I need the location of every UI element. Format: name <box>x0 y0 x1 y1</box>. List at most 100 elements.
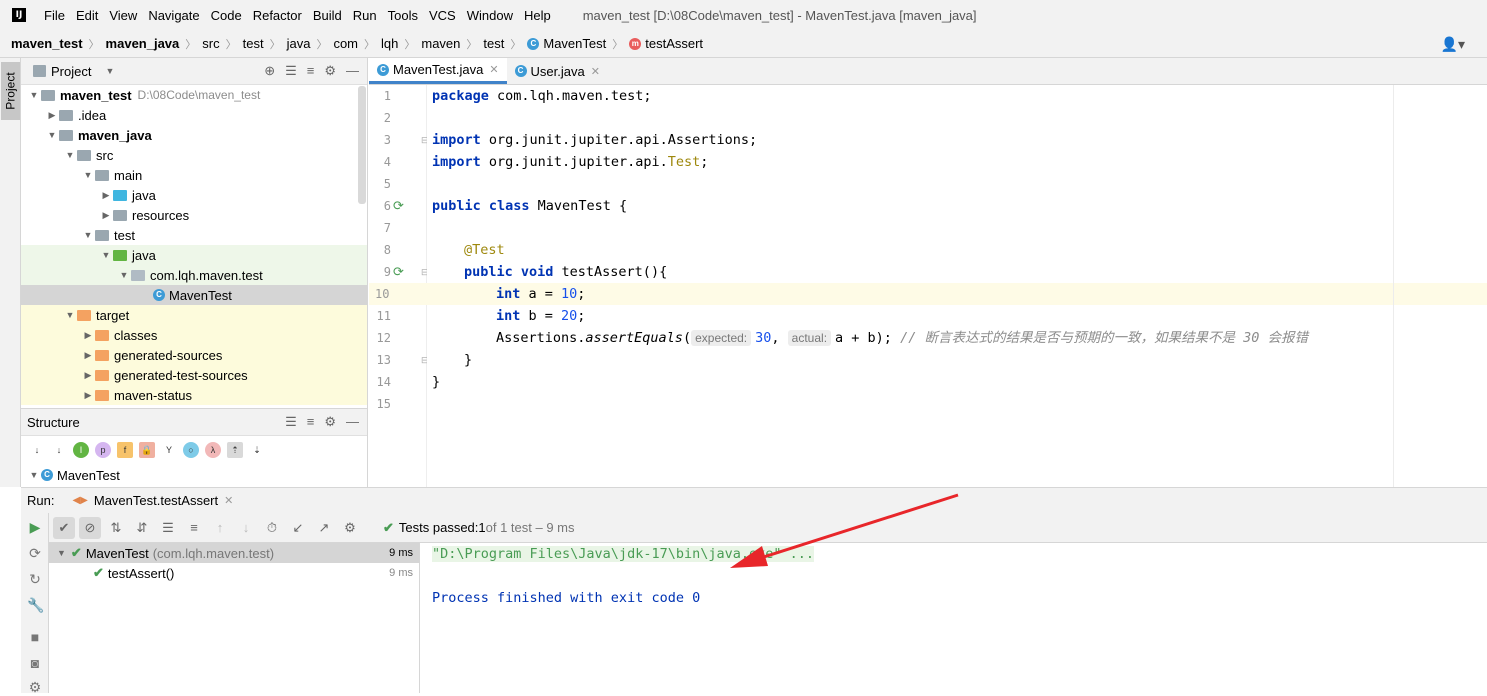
rerun-icon[interactable]: ▶ <box>27 519 43 536</box>
crumb-class[interactable]: C MavenTest <box>527 36 606 51</box>
sort-alpha-icon[interactable]: ⇅ <box>105 517 127 539</box>
chevron-down-icon[interactable]: ▼ <box>81 230 95 240</box>
crumb-test-pkg[interactable]: test <box>483 36 504 51</box>
tree-item-package[interactable]: ▼ com.lqh.maven.test <box>21 265 367 285</box>
tree-item-src[interactable]: ▼ src <box>21 145 367 165</box>
chevron-right-icon[interactable]: ▶ <box>81 330 95 341</box>
scrollbar[interactable] <box>358 86 366 204</box>
non-public-icon[interactable]: 🔒 <box>139 442 155 458</box>
tab-maventest[interactable]: C MavenTest.java ✕ <box>369 58 507 84</box>
camera-icon[interactable]: ◙ <box>27 655 43 671</box>
chevron-right-icon[interactable]: ▶ <box>99 190 113 201</box>
menu-tools[interactable]: Tools <box>388 8 418 23</box>
run-config-tab[interactable]: MavenTest.testAssert <box>94 493 218 508</box>
test-row-method[interactable]: ✔ testAssert() 9 ms <box>49 563 419 583</box>
lambda-icon[interactable]: ○ <box>183 442 199 458</box>
crumb-lqh[interactable]: lqh <box>381 36 398 51</box>
chevron-down-icon[interactable]: ▼ <box>105 66 114 76</box>
chevron-right-icon[interactable]: ▶ <box>81 370 95 381</box>
rerun-failed-icon[interactable]: ⟳ <box>27 545 43 562</box>
crumb-test[interactable]: test <box>243 36 264 51</box>
gear-icon[interactable]: ⚙ <box>339 517 361 539</box>
hide-icon[interactable]: — <box>346 63 359 79</box>
show-passed-icon[interactable]: ✔ <box>53 516 75 539</box>
autoscroll-to-source-icon[interactable]: ⇡ <box>227 442 243 458</box>
tree-item-maven-status[interactable]: ▶ maven-status <box>21 385 367 405</box>
autoscroll-from-source-icon[interactable]: ⇣ <box>249 442 265 458</box>
tab-user[interactable]: C User.java ✕ <box>507 58 608 84</box>
user-icon[interactable]: 👤▾ <box>1441 36 1465 53</box>
menu-refactor[interactable]: Refactor <box>253 8 302 23</box>
chevron-down-icon[interactable]: ▼ <box>81 170 95 180</box>
menu-edit[interactable]: Edit <box>76 8 98 23</box>
fields-icon[interactable]: f <box>117 442 133 458</box>
menu-help[interactable]: Help <box>524 8 551 23</box>
crumb-com[interactable]: com <box>333 36 358 51</box>
chevron-down-icon[interactable]: ▼ <box>27 90 41 100</box>
locate-icon[interactable]: ⊕ <box>264 63 275 79</box>
menu-navigate[interactable]: Navigate <box>148 8 199 23</box>
sort-alpha-icon[interactable]: ↓ <box>29 442 45 458</box>
crumb-project[interactable]: maven_test <box>11 36 83 51</box>
chevron-right-icon[interactable]: ▶ <box>81 350 95 361</box>
collapse-all-icon[interactable]: ≡ <box>307 63 315 79</box>
project-panel-title[interactable]: Project <box>51 64 91 79</box>
tree-item-maven-test[interactable]: ▼ maven_test D:\08Code\maven_test <box>21 85 367 105</box>
chevron-right-icon[interactable]: ▶ <box>45 110 59 121</box>
arrow-up-icon[interactable]: ↑ <box>209 517 231 539</box>
properties-icon[interactable]: p <box>95 442 111 458</box>
gear-icon[interactable]: ⚙ <box>324 414 336 430</box>
menu-vcs[interactable]: VCS <box>429 8 456 23</box>
wrench-icon[interactable]: 🔧 <box>27 597 44 614</box>
run-test-gutter-icon[interactable]: ⟳ <box>393 198 404 214</box>
chevron-down-icon[interactable]: ▼ <box>117 270 131 280</box>
import-tests-icon[interactable]: ↙ <box>287 517 309 539</box>
menu-code[interactable]: Code <box>211 8 242 23</box>
close-icon[interactable]: ✕ <box>591 65 600 78</box>
crumb-method[interactable]: m testAssert <box>629 36 703 51</box>
tree-item-target[interactable]: ▼ target <box>21 305 367 325</box>
show-ignored-icon[interactable]: ⊘ <box>79 516 101 539</box>
close-icon[interactable]: ✕ <box>489 63 498 76</box>
tree-item-classes[interactable]: ▶ classes <box>21 325 367 345</box>
tree-item-idea[interactable]: ▶ .idea <box>21 105 367 125</box>
chevron-down-icon[interactable]: ▼ <box>57 548 66 558</box>
structure-root[interactable]: ▼ C MavenTest <box>21 465 367 485</box>
crumb-maven[interactable]: maven <box>421 36 460 51</box>
tree-item-generated-test-sources[interactable]: ▶ generated-test-sources <box>21 365 367 385</box>
expand-all-icon[interactable]: ☰ <box>285 63 297 79</box>
hide-icon[interactable]: — <box>346 414 359 430</box>
tree-item-generated-sources[interactable]: ▶ generated-sources <box>21 345 367 365</box>
tree-item-test-java[interactable]: ▼ java <box>21 245 367 265</box>
tree-item-main[interactable]: ▼ main <box>21 165 367 185</box>
tree-item-main-java[interactable]: ▶ java <box>21 185 367 205</box>
tree-item-maven-java[interactable]: ▼ maven_java <box>21 125 367 145</box>
run-test-gutter-icon[interactable]: ⟳ <box>393 264 404 280</box>
arrow-down-icon[interactable]: ↓ <box>235 517 257 539</box>
project-tool-tab[interactable]: Project <box>1 62 20 120</box>
chevron-down-icon[interactable]: ▼ <box>63 150 77 160</box>
expand-all-icon[interactable]: ☰ <box>157 517 179 539</box>
chevron-down-icon[interactable]: ▼ <box>27 470 41 480</box>
tree-item-test[interactable]: ▼ test <box>21 225 367 245</box>
chevron-right-icon[interactable]: ▶ <box>81 390 95 401</box>
menu-window[interactable]: Window <box>467 8 513 23</box>
crumb-src[interactable]: src <box>202 36 219 51</box>
stop-icon[interactable]: ■ <box>27 629 43 645</box>
chevron-down-icon[interactable]: ▼ <box>99 250 113 260</box>
anonymous-icon[interactable]: Y <box>161 442 177 458</box>
test-row-class[interactable]: ▼ ✔ MavenTest (com.lqh.maven.test) 9 ms <box>49 543 419 563</box>
sort-duration-icon[interactable]: ⇵ <box>131 517 153 539</box>
code-editor[interactable]: package com.lqh.maven.test; import org.j… <box>427 85 1487 487</box>
tree-item-maventest[interactable]: C MavenTest <box>21 285 367 305</box>
expand-all-icon[interactable]: ☰ <box>285 414 297 430</box>
gear-icon[interactable]: ⚙ <box>324 63 336 79</box>
close-icon[interactable]: ✕ <box>224 494 233 507</box>
export-tests-icon[interactable]: ↗ <box>313 517 335 539</box>
tree-item-resources[interactable]: ▶ resources <box>21 205 367 225</box>
collapse-all-icon[interactable]: ≡ <box>183 517 205 539</box>
sort-visibility-icon[interactable]: ↓ <box>51 442 67 458</box>
crumb-java[interactable]: java <box>287 36 311 51</box>
lambda-expr-icon[interactable]: λ <box>205 442 221 458</box>
menu-view[interactable]: View <box>109 8 137 23</box>
